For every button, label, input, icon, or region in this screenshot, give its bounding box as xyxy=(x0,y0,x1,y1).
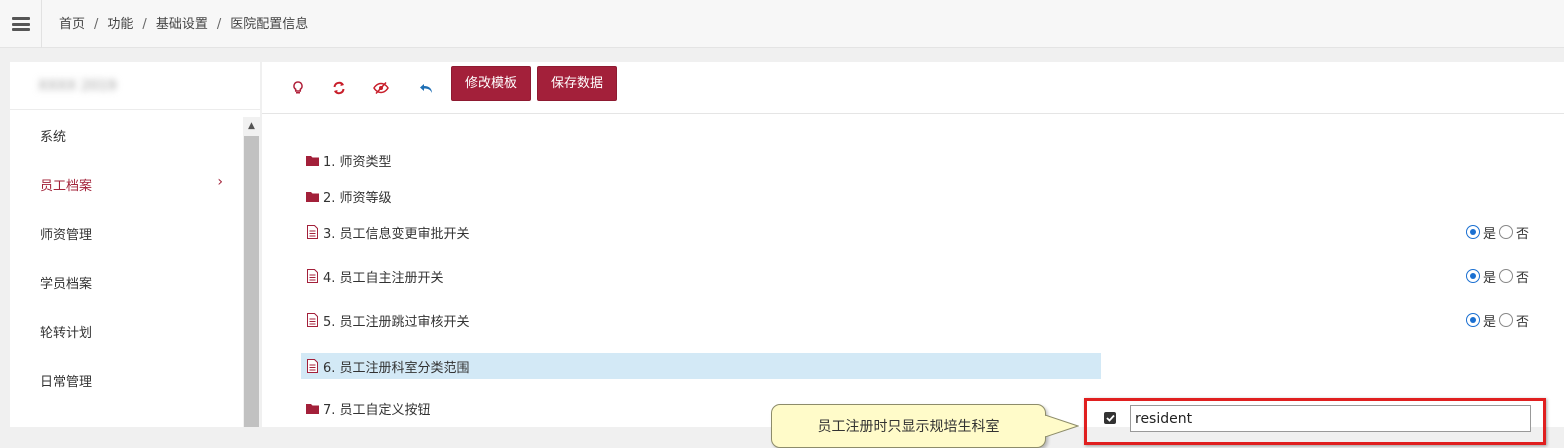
sidebar-item-student-archive[interactable]: 学员档案 xyxy=(10,258,243,307)
tooltip-callout: 员工注册时只显示规培生科室 xyxy=(771,404,1046,448)
tree-row-label: 5. 员工注册跳过审核开关 xyxy=(323,314,470,330)
tree-row-label: 3. 员工信息变更审批开关 xyxy=(323,226,470,242)
hamburger-icon xyxy=(11,17,30,31)
folder-icon xyxy=(305,401,319,415)
tree-row-label: 2. 师资等级 xyxy=(323,190,392,206)
file-icon xyxy=(305,269,319,283)
tree-row-self-registration[interactable]: 4. 员工自主注册开关 是 否 xyxy=(301,263,1564,289)
tree-row-label: 6. 员工注册科室分类范围 xyxy=(323,360,470,376)
breadcrumb: 首页 / 功能 / 基础设置 / 医院配置信息 xyxy=(59,17,309,32)
radio-no[interactable] xyxy=(1498,269,1513,283)
tree-row-department-range[interactable]: 6. 员工注册科室分类范围 xyxy=(301,353,1101,379)
save-data-button[interactable]: 保存数据 xyxy=(537,66,618,101)
sidebar-menu: 系统 员工档案 › 师资管理 学员档案 轮转计划 日常管理 xyxy=(10,111,243,405)
toolbar: 修改模板 保存数据 xyxy=(262,62,1564,114)
sidebar-item-label: 学员档案 xyxy=(40,277,93,292)
sidebar-item-teacher-management[interactable]: 师资管理 xyxy=(10,209,243,258)
tree-row-teacher-type[interactable]: 1. 师资类型 xyxy=(301,147,1564,173)
main-panel: 修改模板 保存数据 1. 师资类型 2. 师资等级 3. 员工信息变更审批开关 … xyxy=(262,62,1564,448)
yes-no-radio-group: 是 否 xyxy=(1465,223,1532,242)
undo-icon[interactable] xyxy=(417,78,437,98)
tree-row-label: 4. 员工自主注册开关 xyxy=(323,270,444,286)
scrollbar-thumb[interactable] xyxy=(244,136,259,427)
sidebar-item-label: 师资管理 xyxy=(40,228,93,243)
menu-toggle-button[interactable] xyxy=(0,0,42,48)
breadcrumb-basic-settings[interactable]: 基础设置 xyxy=(156,17,208,32)
file-icon xyxy=(305,313,319,327)
breadcrumb-hospital-config: 医院配置信息 xyxy=(230,17,309,32)
radio-no[interactable] xyxy=(1498,313,1513,327)
department-range-input[interactable] xyxy=(1130,405,1531,432)
tree-row-info-change-approval[interactable]: 3. 员工信息变更审批开关 是 否 xyxy=(301,219,1564,245)
radio-no[interactable] xyxy=(1498,225,1513,239)
sidebar-item-label: 日常管理 xyxy=(40,375,93,390)
sidebar-item-label: 员工档案 xyxy=(40,179,93,194)
folder-icon xyxy=(305,153,319,167)
sidebar-item-rotation-plan[interactable]: 轮转计划 xyxy=(10,307,243,356)
tree-row-skip-review[interactable]: 5. 员工注册跳过审核开关 是 否 xyxy=(301,307,1564,333)
sidebar-item-label: 轮转计划 xyxy=(40,326,93,341)
refresh-icon[interactable] xyxy=(329,78,349,98)
file-icon xyxy=(305,225,319,239)
file-icon xyxy=(305,359,319,373)
yes-no-radio-group: 是 否 xyxy=(1465,267,1532,286)
config-tree: 1. 师资类型 2. 师资等级 3. 员工信息变更审批开关 是 否 4. 员工自… xyxy=(262,114,1564,448)
breadcrumb-home[interactable]: 首页 xyxy=(59,17,85,32)
sidebar-scrollbar[interactable]: ▲ xyxy=(243,117,260,427)
radio-yes[interactable] xyxy=(1465,313,1480,327)
sidebar-item-daily-management[interactable]: 日常管理 xyxy=(10,356,243,405)
top-bar: 首页 / 功能 / 基础设置 / 医院配置信息 xyxy=(0,0,1564,48)
folder-icon xyxy=(305,189,319,203)
radio-yes[interactable] xyxy=(1465,225,1480,239)
tree-row-label: 1. 师资类型 xyxy=(323,154,392,170)
sidebar-item-system[interactable]: 系统 xyxy=(10,111,243,160)
lightbulb-icon[interactable] xyxy=(288,78,308,98)
breadcrumb-function[interactable]: 功能 xyxy=(107,17,133,32)
yes-no-radio-group: 是 否 xyxy=(1465,311,1532,330)
sidebar-header: XXXX 2019 xyxy=(10,62,260,110)
tree-row-label: 7. 员工自定义按钮 xyxy=(323,402,431,418)
sidebar-item-employee-archive[interactable]: 员工档案 › xyxy=(10,160,243,209)
checkbox-checked-icon[interactable] xyxy=(1104,412,1116,424)
edit-template-button[interactable]: 修改模板 xyxy=(451,66,532,101)
eye-slash-icon[interactable] xyxy=(371,78,391,98)
sidebar-item-label: 系统 xyxy=(40,130,67,145)
chevron-right-icon: › xyxy=(217,174,223,190)
scroll-up-arrow-icon[interactable]: ▲ xyxy=(243,117,260,134)
tooltip-arrow-icon xyxy=(1045,414,1079,438)
sidebar: XXXX 2019 系统 员工档案 › 师资管理 学员档案 轮转计划 日常管理 ▲ xyxy=(10,62,260,427)
tree-row-teacher-level[interactable]: 2. 师资等级 xyxy=(301,183,1564,209)
radio-yes[interactable] xyxy=(1465,269,1480,283)
sidebar-title-blurred: XXXX 2019 xyxy=(38,77,117,94)
tooltip-text: 员工注册时只显示规培生科室 xyxy=(817,419,1000,435)
